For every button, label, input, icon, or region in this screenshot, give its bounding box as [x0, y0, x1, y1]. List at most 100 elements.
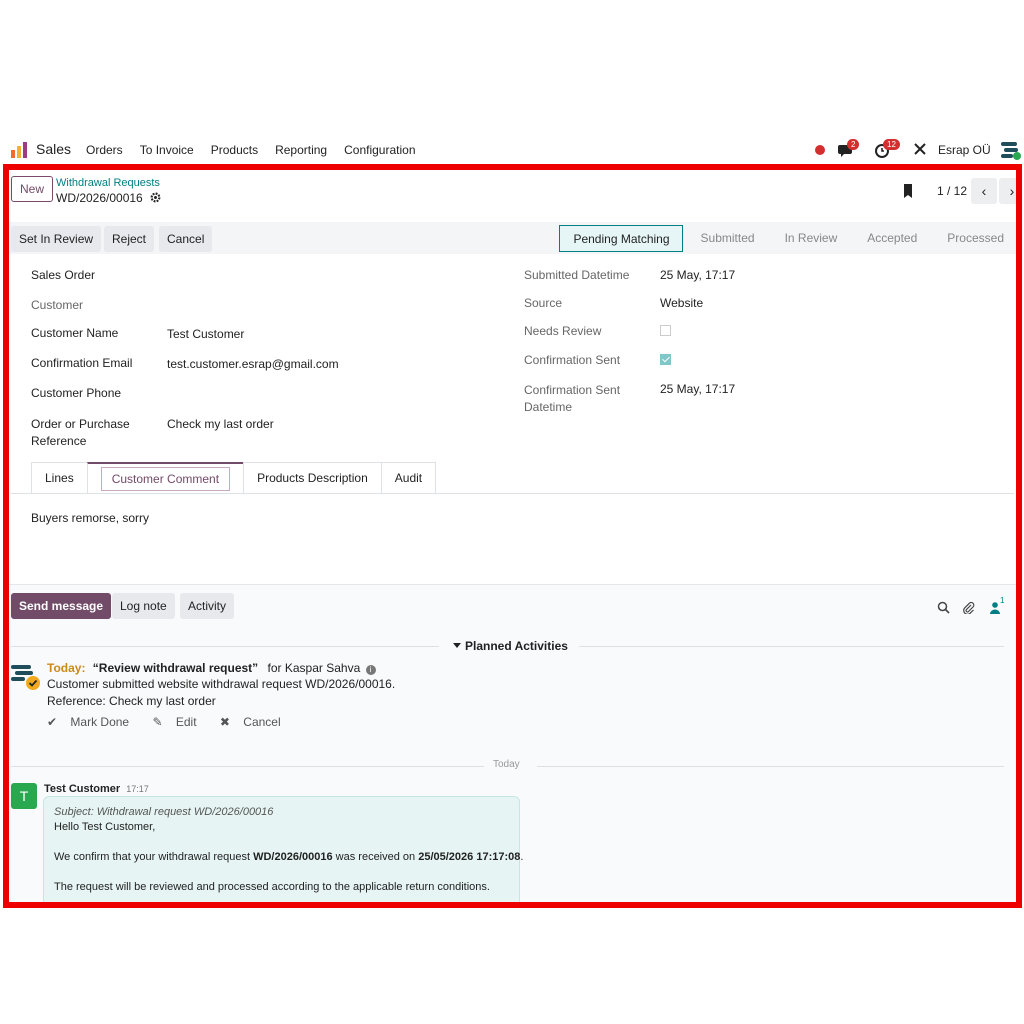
mark-done-button[interactable]: ✔ Mark Done — [47, 715, 139, 729]
author-avatar[interactable]: T — [11, 783, 37, 809]
stage-accepted[interactable]: Accepted — [849, 225, 929, 252]
message-review-line: The request will be reviewed and process… — [54, 881, 490, 893]
control-panel: New Withdrawal Requests WD/2026/00016 1 … — [9, 170, 1016, 216]
confirmation-sent-datetime-label: Confirmation Sent Datetime — [524, 383, 621, 414]
close-icon: ✖ — [219, 715, 230, 729]
info-icon[interactable]: i — [365, 665, 376, 675]
top-navbar: Sales Orders To Invoice Products Reporti… — [0, 136, 1024, 164]
confirmation-sent-label: Confirmation Sent — [524, 353, 621, 367]
caret-down-icon — [453, 643, 461, 648]
stage-pending-matching[interactable]: Pending Matching — [559, 225, 683, 252]
cancel-activity-button[interactable]: ✖ Cancel — [220, 715, 291, 729]
message-line-mid: was received on — [332, 851, 419, 863]
set-in-review-button[interactable]: Set In Review — [11, 226, 102, 252]
source-value[interactable]: Website — [660, 296, 703, 310]
sales-order-label: Sales Order — [31, 268, 96, 282]
stage-in-review[interactable]: In Review — [767, 225, 850, 252]
pager-previous-button[interactable]: ‹ — [971, 178, 997, 204]
stage-processed[interactable]: Processed — [929, 225, 1016, 252]
pager-value[interactable]: 1 / 12 — [937, 184, 967, 198]
today-divider-right — [537, 766, 1004, 767]
message-line-prefix: We confirm that your withdrawal request — [54, 851, 254, 863]
activity-note-line-1: Customer submitted website withdrawal re… — [47, 677, 396, 691]
followers-count: 1 — [1000, 596, 1005, 605]
activity-header: Today: “Review withdrawal request” for K… — [47, 661, 376, 675]
menu-to-invoice[interactable]: To Invoice — [140, 143, 194, 157]
message-bubble: Subject: Withdrawal request WD/2026/0001… — [43, 796, 523, 902]
pencil-icon: ✎ — [152, 715, 163, 729]
tab-lines[interactable]: Lines — [31, 462, 88, 494]
needs-review-checkbox[interactable] — [660, 325, 671, 336]
planned-divider-right — [579, 646, 1004, 647]
reject-button[interactable]: Reject — [104, 226, 155, 252]
menu-configuration[interactable]: Configuration — [344, 143, 415, 157]
message-subject: Subject: Withdrawal request WD/2026/0001… — [54, 806, 274, 818]
activity-button[interactable]: Activity — [180, 593, 235, 619]
activity-assignee: for Kaspar Sahva — [267, 661, 361, 675]
message-header: Test Customer 17:17 — [44, 783, 149, 795]
today-divider-left — [11, 766, 484, 767]
stage-submitted[interactable]: Submitted — [683, 225, 767, 252]
send-message-button[interactable]: Send message — [11, 593, 112, 619]
source-label: Source — [524, 296, 563, 310]
breadcrumb-parent[interactable]: Withdrawal Requests — [56, 177, 160, 189]
date-separator: Today — [493, 759, 520, 770]
order-reference-label: Order or Purchase Reference — [31, 417, 130, 448]
highlight-frame: New Withdrawal Requests WD/2026/00016 1 … — [3, 164, 1022, 908]
cancel-button[interactable]: Cancel — [159, 226, 213, 252]
customer-name-label: Customer Name — [31, 326, 119, 340]
search-icon[interactable] — [937, 601, 950, 614]
status-bar: Set In Review Reject Cancel Pending Matc… — [9, 222, 1016, 254]
activity-due: Today: — [47, 661, 86, 675]
message-line-ref: WD/2026/00016 — [253, 851, 333, 863]
pager-next-button[interactable]: › — [999, 178, 1016, 204]
company-switcher[interactable]: Esrap OÜ — [938, 143, 991, 157]
confirmation-email-label: Confirmation Email — [31, 356, 133, 370]
customer-name-value[interactable]: Test Customer — [167, 327, 244, 341]
tab-audit[interactable]: Audit — [380, 462, 437, 494]
debug-tools-icon[interactable] — [913, 142, 927, 156]
form-view: New Withdrawal Requests WD/2026/00016 1 … — [9, 170, 1016, 902]
message-time: 17:17 — [126, 784, 149, 794]
edit-label: Edit — [175, 715, 197, 729]
recording-indicator-icon[interactable] — [815, 145, 825, 155]
bookmark-icon[interactable] — [903, 184, 913, 198]
message-confirmation-line: We confirm that your withdrawal request … — [54, 850, 523, 865]
user-avatar-icon[interactable] — [1000, 139, 1022, 161]
order-reference-value[interactable]: Check my last order — [167, 417, 274, 431]
message-author[interactable]: Test Customer — [44, 783, 120, 795]
tab-customer-comment[interactable]: Customer Comment — [86, 462, 245, 494]
mark-done-label: Mark Done — [70, 715, 130, 729]
submitted-datetime-value[interactable]: 25 May, 17:17 — [660, 268, 735, 282]
tab-products-description[interactable]: Products Description — [243, 462, 382, 494]
planned-activities-toggle[interactable]: Planned Activities — [453, 639, 568, 653]
confirmation-email-value[interactable]: test.customer.esrap@gmail.com — [167, 357, 339, 371]
planned-divider-left — [11, 646, 439, 647]
menu-reporting[interactable]: Reporting — [275, 143, 327, 157]
activities-badge: 12 — [883, 139, 900, 150]
chatter: Send message Log note Activity 1 Planned… — [9, 584, 1016, 902]
sales-app-icon[interactable] — [10, 141, 28, 159]
needs-review-label: Needs Review — [524, 324, 602, 338]
customer-phone-label: Customer Phone — [31, 386, 122, 400]
new-button[interactable]: New — [11, 176, 54, 202]
gear-icon[interactable] — [150, 192, 161, 203]
confirmation-sent-datetime-value[interactable]: 25 May, 17:17 — [660, 382, 735, 396]
customer-comment-text[interactable]: Buyers remorse, sorry — [31, 511, 149, 525]
messages-badge: 2 — [847, 139, 860, 150]
submitted-datetime-label: Submitted Datetime — [524, 268, 630, 282]
confirmation-sent-checkbox[interactable] — [660, 354, 671, 365]
message-line-date: 25/05/2026 17:17:08 — [418, 851, 521, 863]
cancel-label: Cancel — [243, 715, 281, 729]
menu-products[interactable]: Products — [211, 143, 258, 157]
menu-orders[interactable]: Orders — [86, 143, 123, 157]
tab-customer-comment-label: Customer Comment — [100, 467, 231, 491]
paperclip-icon[interactable] — [962, 601, 975, 614]
activity-avatar-icon — [11, 665, 40, 690]
check-icon: ✔ — [47, 715, 58, 729]
edit-activity-button[interactable]: ✎ Edit — [152, 715, 206, 729]
stage-pipeline: Pending Matching Submitted In Review Acc… — [559, 225, 1016, 252]
log-note-button[interactable]: Log note — [112, 593, 175, 619]
app-name[interactable]: Sales — [36, 141, 71, 157]
notebook-tabs: Lines Customer Comment Products Descript… — [31, 462, 437, 494]
